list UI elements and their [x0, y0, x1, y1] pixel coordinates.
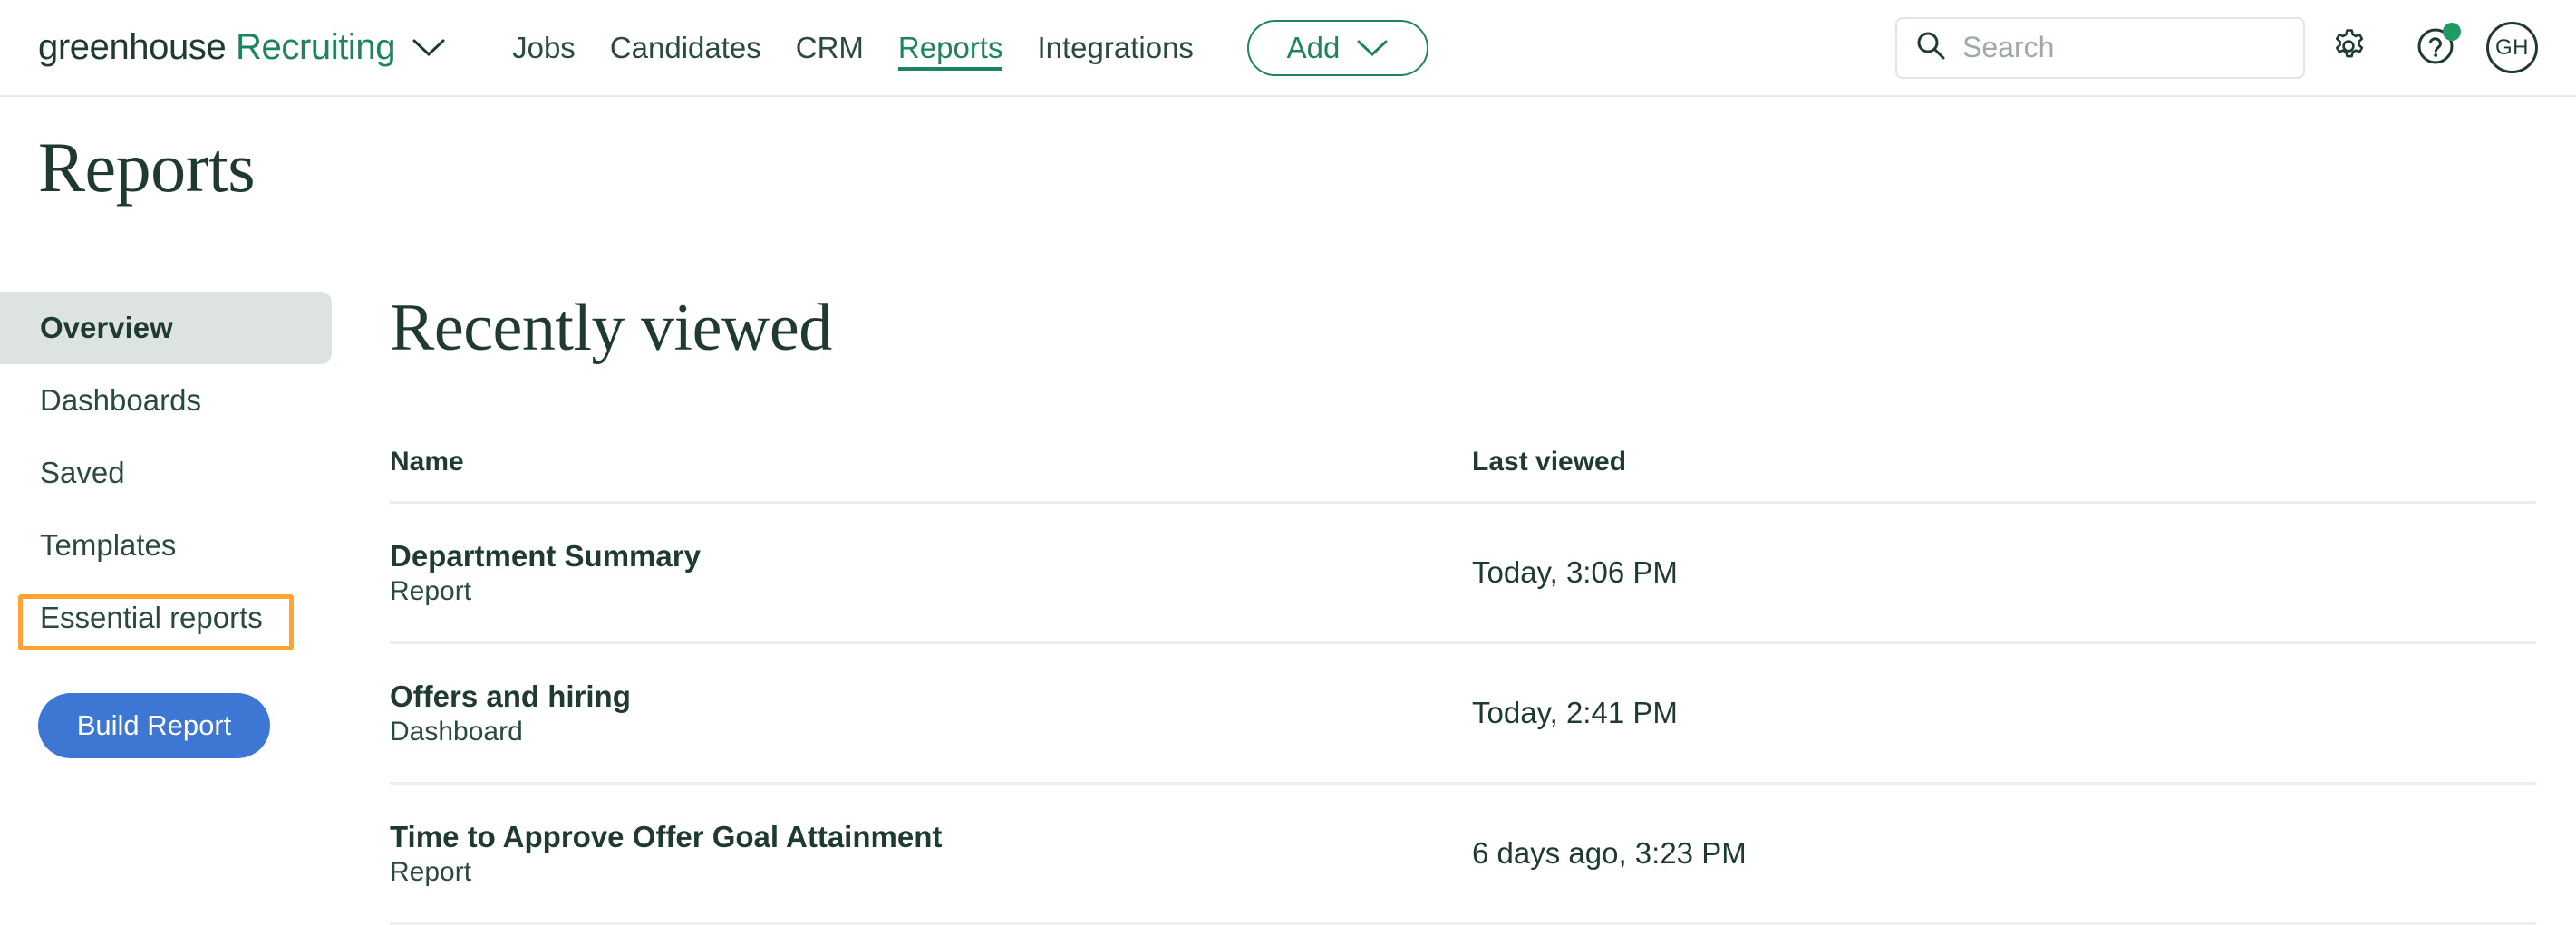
gear-icon	[2328, 25, 2369, 70]
sidebar-item-label: Saved	[40, 456, 125, 489]
logo-text-recruiting: Recruiting	[226, 27, 396, 67]
settings-button[interactable]	[2305, 5, 2392, 92]
report-name-link[interactable]: Time to Approve Offer Goal Attainment	[390, 818, 1472, 855]
cell-last-viewed: 6 days ago, 3:23 PM	[1472, 836, 1747, 870]
sidebar-item-dashboards[interactable]: Dashboards	[0, 364, 332, 437]
avatar-initials: GH	[2495, 34, 2529, 60]
table-row[interactable]: Offers and hiring Dashboard Today, 2:41 …	[390, 644, 2536, 785]
report-type-label: Dashboard	[390, 716, 523, 747]
search-icon	[1915, 30, 1946, 65]
page-title: Reports	[38, 128, 256, 207]
chevron-down-icon	[1356, 31, 1389, 65]
sidebar-item-label: Dashboards	[40, 383, 201, 417]
sidebar-item-label: Overview	[40, 311, 173, 344]
avatar[interactable]: GH	[2486, 22, 2538, 73]
table-row[interactable]: Time to Approve Offer Goal Attainment Re…	[390, 785, 2536, 925]
nav-link-jobs[interactable]: Jobs	[495, 0, 593, 96]
search-input[interactable]	[1962, 31, 2285, 64]
cell-name: Time to Approve Offer Goal Attainment Re…	[390, 818, 1472, 888]
nav-link-reports[interactable]: Reports	[881, 0, 1021, 96]
build-report-button[interactable]: Build Report	[38, 693, 270, 758]
cell-last-viewed: Today, 3:06 PM	[1472, 555, 1678, 589]
sidebar-item-templates[interactable]: Templates	[0, 509, 332, 582]
reports-sidebar: Overview Dashboards Saved Templates Esse…	[0, 292, 332, 654]
sidebar-item-label: Templates	[40, 528, 177, 562]
top-navigation-bar: greenhouse Recruiting Jobs Candidates CR…	[0, 0, 2576, 97]
search-box[interactable]	[1895, 16, 2305, 79]
sidebar-item-overview[interactable]: Overview	[0, 292, 332, 364]
section-title-recently-viewed: Recently viewed	[390, 291, 832, 365]
nav-link-crm[interactable]: CRM	[779, 0, 881, 96]
cell-name: Department Summary Report	[390, 537, 1472, 607]
sidebar-item-saved[interactable]: Saved	[0, 437, 332, 509]
logo-text-greenhouse: greenhouse	[38, 27, 227, 67]
table-header-row: Name Last viewed	[390, 447, 2536, 504]
greenhouse-logo[interactable]: greenhouse Recruiting	[38, 0, 446, 96]
sidebar-item-label: Essential reports	[40, 601, 263, 634]
column-header-last-viewed: Last viewed	[1472, 447, 1627, 477]
report-name-link[interactable]: Offers and hiring	[390, 678, 1472, 715]
recently-viewed-table: Name Last viewed Department Summary Repo…	[390, 447, 2536, 925]
nav-link-candidates[interactable]: Candidates	[593, 0, 779, 96]
table-row[interactable]: Department Summary Report Today, 3:06 PM	[390, 504, 2536, 644]
report-type-label: Report	[390, 856, 472, 887]
column-header-name: Name	[390, 447, 464, 477]
cell-last-viewed: Today, 2:41 PM	[1472, 696, 1678, 729]
nav-right-cluster: GH	[1895, 0, 2576, 96]
primary-nav-links: Jobs Candidates CRM Reports Integrations	[495, 0, 1211, 96]
cell-name: Offers and hiring Dashboard	[390, 678, 1472, 747]
nav-link-integrations[interactable]: Integrations	[1020, 0, 1210, 96]
sidebar-item-essential-reports[interactable]: Essential reports	[0, 582, 332, 654]
main-content: Recently viewed Name Last viewed Departm…	[390, 127, 2538, 925]
chevron-down-icon[interactable]	[412, 37, 446, 59]
report-type-label: Report	[390, 575, 472, 606]
help-button[interactable]	[2392, 5, 2479, 92]
notification-dot	[2443, 22, 2461, 41]
report-name-link[interactable]: Department Summary	[390, 537, 1472, 574]
add-button-label: Add	[1286, 30, 1341, 64]
add-button[interactable]: Add	[1246, 19, 1428, 76]
